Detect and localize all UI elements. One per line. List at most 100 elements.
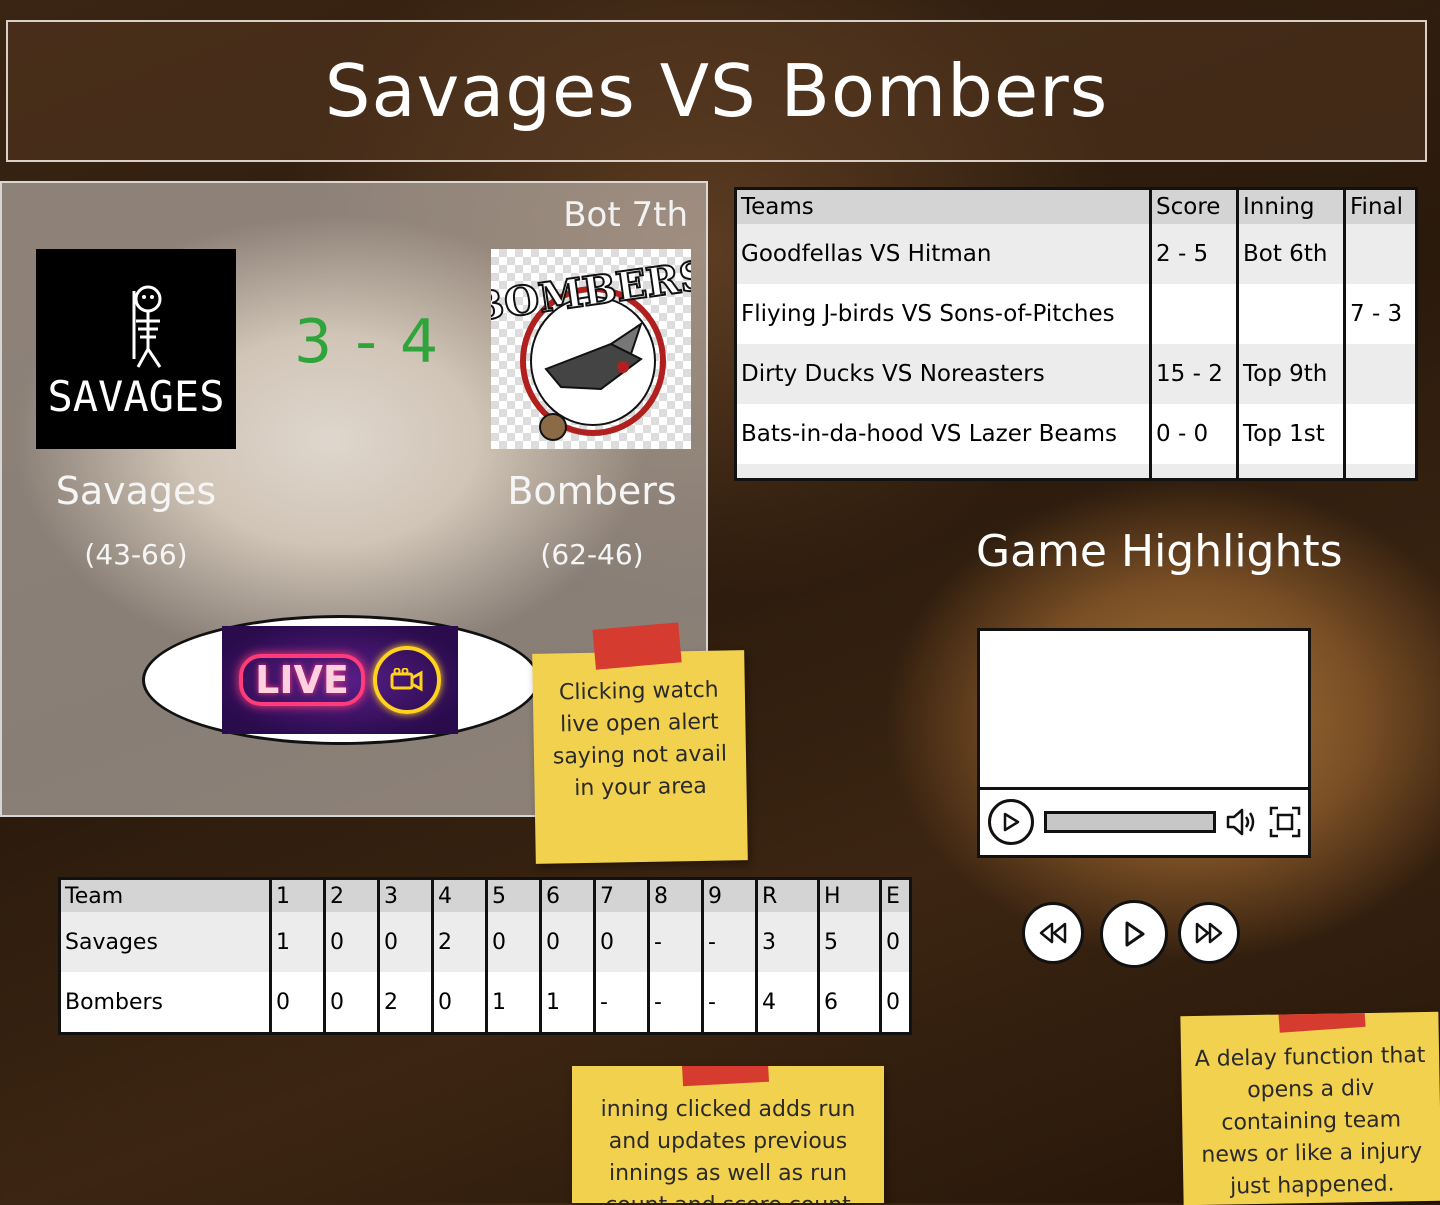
inning-cell[interactable]: 0 <box>432 972 488 1034</box>
fast-forward-button[interactable] <box>1178 902 1240 964</box>
inning-cell <box>1237 284 1346 344</box>
sticky-note-text: inning clicked adds run and updates prev… <box>600 1097 856 1203</box>
score-cell: 0 - 0 <box>1150 404 1239 464</box>
column-header: 9 <box>702 878 758 912</box>
hits-cell: 5 <box>818 912 882 972</box>
column-header: 4 <box>432 878 488 912</box>
table-header-row: Teams Score Inning Final <box>735 188 1417 224</box>
rewind-icon <box>1039 922 1067 944</box>
inning-cell[interactable]: 0 <box>594 912 650 972</box>
table-row[interactable]: Fliying J-birds VS Sons-of-Pitches 7 - 3 <box>735 284 1417 344</box>
play-icon[interactable] <box>988 799 1034 845</box>
play-button[interactable] <box>1100 900 1168 968</box>
watch-live-button[interactable]: LIVE <box>142 615 540 745</box>
game-score: 3 - 4 <box>294 307 441 377</box>
inning-cell[interactable]: - <box>648 972 704 1034</box>
video-progress-bar[interactable] <box>1044 811 1216 833</box>
column-header: 6 <box>540 878 596 912</box>
volume-icon[interactable] <box>1222 802 1260 842</box>
bomber-logo-icon: BOMBERS <box>466 251 712 441</box>
inning-cell[interactable]: 1 <box>486 972 542 1034</box>
rewind-button[interactable] <box>1022 902 1084 964</box>
tape <box>681 1066 769 1087</box>
other-games-table: Teams Score Inning Final Goodfellas VS H… <box>734 187 1418 481</box>
inning-cell[interactable]: 0 <box>378 912 434 972</box>
table-row[interactable]: Dirty Ducks VS Noreasters 15 - 2 Top 9th <box>735 344 1417 404</box>
away-team-name: Bombers <box>507 469 677 513</box>
inning-label: Bot 7th <box>563 195 688 235</box>
bombers-logo: BOMBERS <box>466 249 712 449</box>
errors-cell: 0 <box>880 912 911 972</box>
column-header: 2 <box>324 878 380 912</box>
title-banner: Savages VS Bombers <box>6 20 1427 162</box>
highlights-video-player[interactable] <box>977 628 1311 858</box>
column-header: Inning <box>1237 188 1346 224</box>
video-controls <box>980 789 1308 855</box>
table-row-empty <box>735 464 1417 480</box>
final-cell <box>1345 404 1417 464</box>
inning-cell[interactable]: 0 <box>324 972 380 1034</box>
skeleton-logo-icon: SAVAGES <box>47 285 225 421</box>
inning-cell[interactable]: 1 <box>270 912 326 972</box>
sticky-note-text: Clicking watch live open alert saying no… <box>552 677 728 802</box>
table-header-row: Team 1 2 3 4 5 6 7 8 9 R H E <box>59 878 911 912</box>
page-title: Savages VS Bombers <box>324 49 1109 133</box>
table-row: Bombers 0 0 2 0 1 1 - - - 4 6 0 <box>59 972 911 1034</box>
inning-cell[interactable]: 2 <box>378 972 434 1034</box>
column-header: E <box>880 878 911 912</box>
team-cell: Bombers <box>59 972 272 1034</box>
column-header: 5 <box>486 878 542 912</box>
inning-cell: Top 9th <box>1237 344 1346 404</box>
team-cell: Savages <box>59 912 272 972</box>
tape <box>592 622 682 670</box>
matchup-cell: Dirty Ducks VS Noreasters <box>735 344 1152 404</box>
savages-logo: SAVAGES <box>36 249 236 449</box>
savages-logo-text: SAVAGES <box>47 372 224 421</box>
final-cell <box>1344 224 1417 284</box>
table-row: Savages 1 0 0 2 0 0 0 - - 3 5 0 <box>59 912 911 972</box>
home-team-record: (43-66) <box>84 538 188 571</box>
matchup-cell: Fliying J-birds VS Sons-of-Pitches <box>735 284 1152 344</box>
inning-cell[interactable]: 0 <box>270 972 326 1034</box>
live-badge: LIVE <box>222 626 458 734</box>
score-cell <box>1150 284 1239 344</box>
column-header: 3 <box>378 878 434 912</box>
matchup-cell: Bats-in-da-hood VS Lazer Beams <box>735 404 1152 464</box>
inning-cell[interactable]: 0 <box>486 912 542 972</box>
table-row[interactable]: Goodfellas VS Hitman 2 - 5 Bot 6th <box>735 224 1417 284</box>
fast-forward-icon <box>1195 922 1223 944</box>
column-header: Final <box>1344 188 1417 224</box>
highlights-title: Game Highlights <box>976 526 1343 577</box>
inning-cell[interactable]: 0 <box>324 912 380 972</box>
final-cell <box>1344 344 1417 404</box>
video-screen[interactable] <box>980 631 1308 790</box>
inning-cell[interactable]: - <box>648 912 704 972</box>
column-header: R <box>756 878 820 912</box>
hits-cell: 6 <box>818 972 882 1034</box>
inning-cell[interactable]: - <box>594 972 650 1034</box>
inning-cell: Bot 6th <box>1237 224 1346 284</box>
inning-cell[interactable]: - <box>702 912 758 972</box>
runs-cell: 4 <box>756 972 820 1034</box>
sticky-note-inning: inning clicked adds run and updates prev… <box>572 1066 884 1203</box>
play-icon <box>1125 921 1145 947</box>
column-header: 8 <box>648 878 704 912</box>
tape <box>1276 1011 1366 1033</box>
home-team-name: Savages <box>55 469 217 513</box>
column-header: 1 <box>270 878 326 912</box>
inning-cell[interactable]: 2 <box>432 912 488 972</box>
column-header: Score <box>1150 188 1239 224</box>
away-team-record: (62-46) <box>540 538 644 571</box>
column-header: Teams <box>735 188 1152 224</box>
sticky-note-live: Clicking watch live open alert saying no… <box>532 622 748 864</box>
table-row[interactable]: Bats-in-da-hood VS Lazer Beams 0 - 0 Top… <box>735 404 1417 464</box>
video-camera-icon <box>372 646 441 714</box>
inning-cell[interactable]: 0 <box>540 912 596 972</box>
inning-cell[interactable]: - <box>702 972 758 1034</box>
inning-cell[interactable]: 1 <box>540 972 596 1034</box>
score-cell: 2 - 5 <box>1150 224 1239 284</box>
fullscreen-icon[interactable] <box>1266 802 1304 842</box>
final-cell: 7 - 3 <box>1350 301 1403 327</box>
box-score-table: Team 1 2 3 4 5 6 7 8 9 R H E Savages 1 0… <box>58 877 912 1035</box>
live-label: LIVE <box>239 654 365 706</box>
